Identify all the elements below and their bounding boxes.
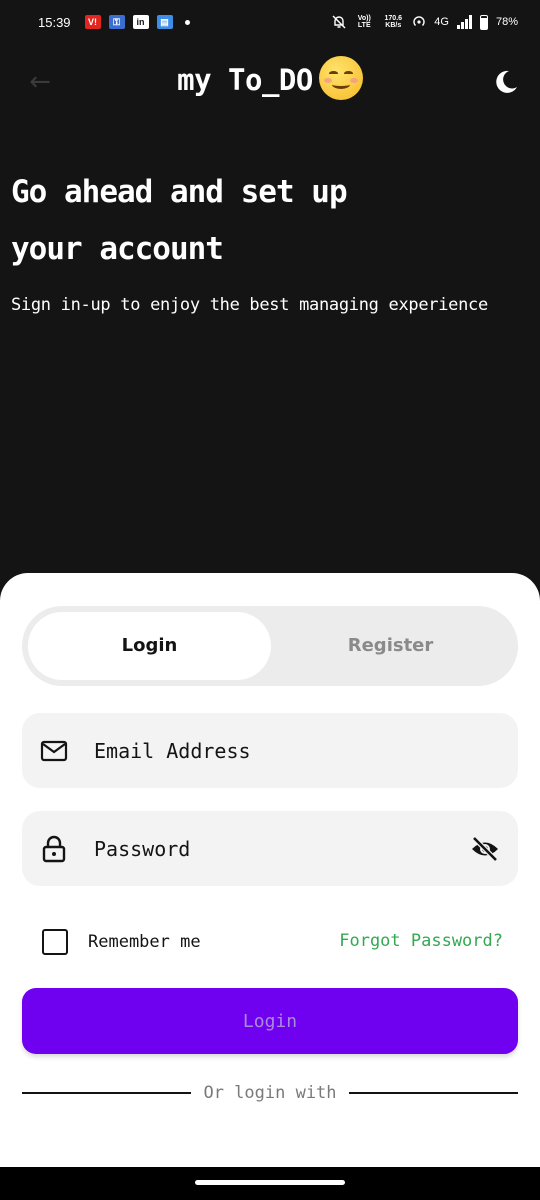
password-field [22, 811, 518, 886]
app-bar: ← my To_DO [0, 52, 540, 112]
moon-icon[interactable] [492, 68, 520, 96]
hero-title-line1: Go ahead and set up [11, 174, 348, 210]
divider-text: Or login with [203, 1083, 337, 1103]
more-notifications-icon [184, 19, 190, 25]
divider-line-right [348, 1092, 518, 1094]
battery-icon [479, 14, 488, 30]
system-nav-bar [0, 1167, 540, 1200]
remember-me[interactable]: Remember me [42, 929, 201, 955]
eye-off-icon[interactable] [470, 835, 500, 863]
password-input[interactable] [94, 811, 454, 886]
forgot-password-link[interactable]: Forgot Password? [339, 931, 503, 951]
key-app-icon: ⚿ [108, 15, 125, 29]
network-speed: 170.6 KB/s [384, 15, 403, 29]
divider-line-left [22, 1092, 192, 1094]
home-gesture-handle[interactable] [195, 1180, 345, 1185]
app-title: my To_DO [0, 56, 540, 104]
mail-icon [40, 740, 68, 762]
mute-bell-icon [332, 15, 346, 29]
battery-level: 78% [495, 16, 518, 28]
tab-login[interactable]: Login [28, 612, 271, 680]
remember-checkbox[interactable] [42, 929, 68, 955]
signal-icon [456, 15, 472, 29]
tab-register[interactable]: Register [269, 612, 512, 680]
login-button[interactable]: Login [22, 988, 518, 1054]
vi-app-icon: V! [84, 15, 101, 29]
email-input[interactable] [94, 713, 454, 788]
email-field [22, 713, 518, 788]
message-app-icon: ▤ [156, 15, 173, 29]
lock-icon [42, 835, 66, 863]
linkedin-app-icon: in [132, 15, 149, 29]
volte-indicator: Vo)) LTE [357, 15, 371, 29]
hero-title-line2: your account [11, 231, 224, 267]
network-type: 4G [434, 16, 449, 28]
app-title-text: my To_DO [177, 63, 313, 97]
status-time: 15:39 [38, 14, 71, 30]
hotspot-icon [413, 16, 425, 26]
status-bar: 15:39 V! ⚿ in ▤ Vo)) LTE 170.6 KB/s 4G 7… [0, 0, 540, 44]
or-login-with-divider: Or login with [22, 1081, 518, 1105]
auth-tabs: Login Register [22, 606, 518, 686]
remember-label: Remember me [88, 932, 201, 952]
auth-sheet: Login Register Remember me Forgot Passwo… [0, 573, 540, 1167]
hero-title: Go ahead and set up your account [11, 164, 511, 278]
hero-subtitle: Sign in-up to enjoy the best managing ex… [11, 295, 488, 315]
smiling-face-emoji-icon [318, 56, 363, 100]
